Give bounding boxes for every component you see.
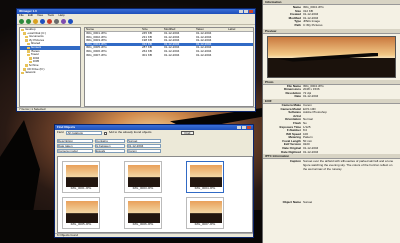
folder-icon <box>27 53 30 57</box>
drive-icon <box>23 32 26 35</box>
tree-item[interactable]: Network <box>20 71 80 75</box>
folder-icon <box>27 42 30 46</box>
preview-header[interactable]: Preview <box>263 28 400 34</box>
result-thumbnail[interactable]: IMG_0003.JPG <box>124 161 162 193</box>
field-label: Field <box>57 131 64 135</box>
back-icon[interactable] <box>19 18 24 24</box>
results-grid: IMG_0001.JPG IMG_0003.JPG IMG_0004.JPG I… <box>57 156 253 233</box>
minimize-icon[interactable] <box>239 9 243 13</box>
explorer-statusbar: 7 Items | 1 Selected <box>17 107 255 111</box>
criteria-row: Camera model Equals Canon <box>57 148 253 153</box>
add-to-found-label: Add to the already found objects <box>108 131 152 135</box>
preview-plane-silhouette <box>278 52 378 62</box>
field-select[interactable]: All catalogs <box>65 131 102 135</box>
menu-tools[interactable]: Tools <box>47 14 54 18</box>
iptc-section: Caption Sunset over the airfield with si… <box>263 159 400 198</box>
exif-section: Camera Make Canon Camera Model EOS 10D Sof… <box>263 104 400 154</box>
result-thumbnail[interactable]: IMG_0005.JPG <box>62 197 100 229</box>
search-icon[interactable] <box>40 18 45 24</box>
folder-icon <box>25 35 28 39</box>
criteria-operator-select[interactable]: Is between <box>95 143 125 148</box>
folder-open-icon <box>27 46 30 50</box>
column-taken[interactable]: Taken <box>195 28 227 31</box>
menu-view[interactable]: View <box>37 14 43 18</box>
folder-icon <box>27 50 30 53</box>
criteria-value-input[interactable]: 01-12-2004 <box>127 143 161 148</box>
add-to-found-checkbox[interactable] <box>103 131 107 135</box>
result-thumbnail-selected[interactable]: IMG_0004.JPG <box>186 161 224 193</box>
result-thumbnail[interactable]: IMG_0006.JPG <box>124 197 162 229</box>
column-label[interactable]: Label <box>227 28 253 31</box>
criteria-field-select[interactable]: Camera model <box>57 148 93 153</box>
thumbnail-image <box>128 165 160 187</box>
result-thumbnail[interactable]: IMG_0007.JPG <box>186 197 224 229</box>
folder-up-icon[interactable] <box>33 18 38 24</box>
criteria-value-input[interactable]: Canon <box>127 148 161 153</box>
close-icon[interactable] <box>249 9 253 13</box>
find-statusbar: 6 Objects found <box>55 233 253 237</box>
slideshow-icon[interactable] <box>61 18 66 24</box>
maximize-icon[interactable] <box>244 9 248 13</box>
find-window: Find Objects Field All catalogs Add to t… <box>54 124 254 238</box>
properties-icon[interactable] <box>68 18 73 24</box>
delete-icon[interactable] <box>47 18 52 24</box>
network-icon <box>21 71 24 75</box>
menu-help[interactable]: Help <box>58 14 64 18</box>
folder-tree: Desktop Local Disk (C:) Documents My Pic… <box>19 27 81 107</box>
iptc-row: Object Name Sunset <box>282 201 313 205</box>
find-title: Find Objects <box>57 125 76 129</box>
thumbnail-image <box>66 201 98 223</box>
info-panel: Information Name IMG_0004.JPG Size 312 KB … <box>262 0 400 243</box>
find-button[interactable]: Find <box>180 131 195 135</box>
criteria-list: Description Contains Sunset Date taken I… <box>57 138 253 154</box>
explorer-title: IDimager 1.0 <box>19 9 37 13</box>
explorer-window: IDimager 1.0 File Edit View Tools Help D… <box>16 8 256 112</box>
folder-icon <box>25 39 28 42</box>
file-row[interactable]: IMG_0007.JPG 301 KB 01-12-2004 01-12-2004 <box>85 54 253 58</box>
criteria-field-select[interactable]: Description <box>57 138 93 143</box>
thumbnail-image <box>190 165 222 187</box>
criteria-field-select[interactable]: Date taken <box>57 143 93 148</box>
folder-icon <box>21 28 24 32</box>
iptc-caption-key: Caption <box>289 160 301 164</box>
menu-file[interactable]: File <box>19 14 24 18</box>
menu-edit[interactable]: Edit <box>28 14 33 18</box>
column-name[interactable]: Name <box>85 28 141 31</box>
iptc-caption-value: Sunset over the airfield with silhouette… <box>303 160 394 172</box>
column-size[interactable]: Size <box>141 28 163 31</box>
forward-icon[interactable] <box>26 18 31 24</box>
result-thumbnail[interactable]: IMG_0001.JPG <box>62 161 100 193</box>
preview-image <box>267 35 396 78</box>
thumbnail-image <box>128 201 160 223</box>
column-modified[interactable]: Modified <box>163 28 195 31</box>
thumbnail-image <box>190 201 222 223</box>
information-section: Name IMG_0004.JPG Size 312 KB Created 01-12… <box>263 5 400 29</box>
thumbnail-image <box>66 165 98 187</box>
explorer-toolbar <box>17 18 255 25</box>
close-icon[interactable] <box>247 125 251 129</box>
view-icon[interactable] <box>54 18 59 24</box>
criteria-operator-select[interactable]: Equals <box>95 148 125 153</box>
folder-icon <box>29 57 32 60</box>
criteria-value-input[interactable]: Sunset <box>127 138 161 143</box>
criteria-operator-select[interactable]: Contains <box>95 138 125 143</box>
photo-section: File Name IMG_0004.JPG Dimensions 2048 x 1… <box>263 85 400 99</box>
file-list: Name Size Modified Taken Label IMG_0001.… <box>84 27 254 107</box>
info-row: Path C:\My Pictures <box>294 23 323 27</box>
maximize-icon[interactable] <box>242 125 246 129</box>
minimize-icon[interactable] <box>237 125 241 129</box>
